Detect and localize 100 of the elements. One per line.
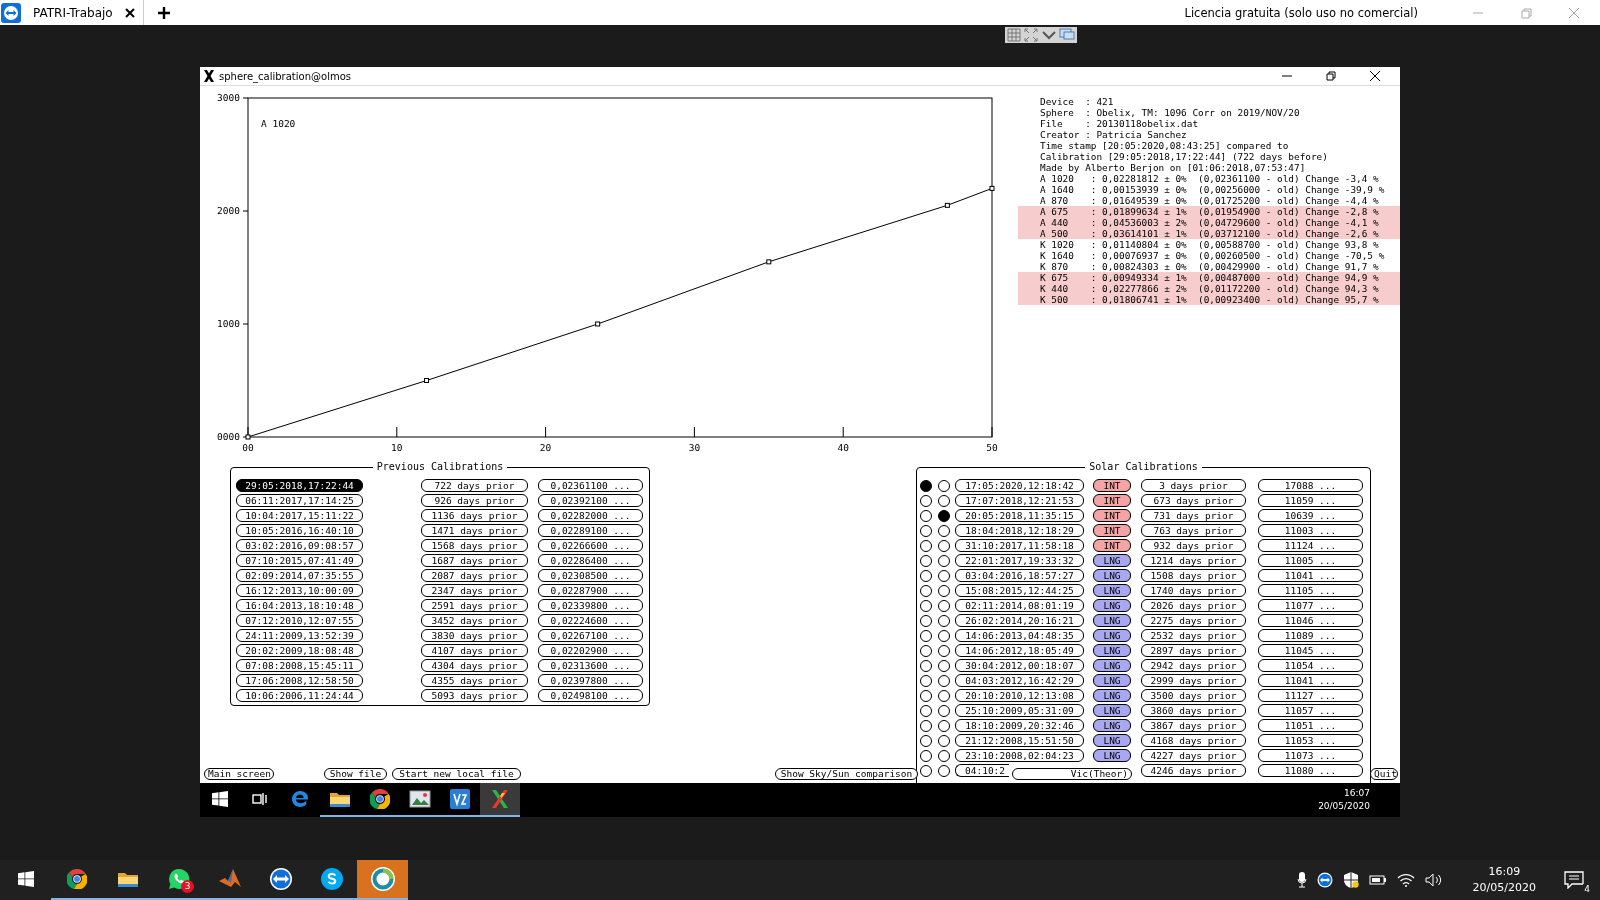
value-field[interactable]: 11124 ... — [1258, 539, 1363, 552]
wifi-icon[interactable] — [1396, 873, 1415, 887]
command-button[interactable]: Vic(Theor) — [1012, 768, 1132, 780]
radio-button[interactable] — [938, 569, 950, 582]
color-wheel-icon[interactable] — [370, 789, 390, 809]
value-field[interactable]: 17088 ... — [1258, 479, 1363, 492]
image-icon[interactable] — [409, 790, 431, 808]
radio-button[interactable] — [938, 614, 950, 627]
cross-icon[interactable] — [490, 789, 510, 809]
calibration-date-item[interactable]: 17:06:2008,12:58:50 — [236, 674, 363, 687]
calibration-date-item[interactable]: 29:05:2018,17:22:44 — [236, 479, 363, 492]
value-field[interactable]: 0,02202900 ... — [538, 644, 643, 657]
radio-button[interactable] — [938, 584, 950, 597]
radio-button[interactable] — [920, 689, 932, 702]
radio-button[interactable] — [938, 599, 950, 612]
calibration-date-item[interactable]: 15:08:2015,12:44:25 — [955, 584, 1084, 597]
calibration-date-item[interactable]: 10:05:2016,16:40:10 — [236, 524, 363, 537]
value-field[interactable]: 0,02308500 ... — [538, 569, 643, 582]
radio-button[interactable] — [920, 599, 932, 612]
ring-icon[interactable] — [369, 866, 396, 892]
value-field[interactable]: 0,02282000 ... — [538, 509, 643, 522]
command-button[interactable]: Show file — [324, 768, 387, 780]
calibration-date-item[interactable]: 18:04:2018,12:18:29 — [955, 524, 1084, 537]
value-field[interactable]: 11077 ... — [1258, 599, 1363, 612]
calibration-date-item[interactable]: 20:02:2009,18:08:48 — [236, 644, 363, 657]
close-icon[interactable] — [1370, 71, 1380, 81]
calibration-date-item[interactable]: 06:11:2017,17:14:25 — [236, 494, 363, 507]
calibration-date-item[interactable]: 23:10:2008,02:04:23 — [955, 749, 1084, 762]
value-field[interactable]: 0,02287900 ... — [538, 584, 643, 597]
calibration-date-item[interactable]: 07:12:2010,12:07:55 — [236, 614, 363, 627]
value-field[interactable]: 11041 ... — [1258, 569, 1363, 582]
value-field[interactable]: 11046 ... — [1258, 614, 1363, 627]
session-tab[interactable]: PATRI-Trabajo — [33, 0, 144, 25]
phone-bubble-icon[interactable] — [167, 868, 190, 890]
radio-button[interactable] — [938, 479, 950, 492]
calibration-date-item[interactable]: 22:01:2017,19:33:32 — [955, 554, 1084, 567]
calibration-date-item[interactable]: 07:10:2015,07:41:49 — [236, 554, 363, 567]
value-field[interactable]: 11073 ... — [1258, 749, 1363, 762]
radio-button[interactable] — [920, 704, 932, 717]
calibration-date-item[interactable]: 16:04:2013,18:10:48 — [236, 599, 363, 612]
calibration-date-item[interactable]: 03:02:2016,09:08:57 — [236, 539, 363, 552]
radio-button[interactable] — [938, 644, 950, 657]
radio-button[interactable] — [920, 749, 932, 762]
calibration-date-item[interactable]: 24:11:2009,13:52:39 — [236, 629, 363, 642]
folder-icon[interactable] — [330, 791, 350, 807]
radio-button[interactable] — [938, 509, 950, 522]
folder-icon[interactable] — [117, 871, 138, 887]
calibration-date-item[interactable]: 04:03:2012,16:42:29 — [955, 674, 1084, 687]
close-icon[interactable] — [124, 7, 135, 18]
arrows-circle-icon[interactable] — [268, 867, 293, 891]
value-field[interactable]: 0,02289100 ... — [538, 524, 643, 537]
start-menu-icon[interactable] — [17, 871, 34, 887]
value-field[interactable]: 11105 ... — [1258, 584, 1363, 597]
calibration-date-item[interactable]: 14:06:2013,04:48:35 — [955, 629, 1084, 642]
radio-button[interactable] — [920, 524, 932, 537]
calibration-date-item[interactable]: 14:06:2012,18:05:49 — [955, 644, 1084, 657]
value-field[interactable]: 11045 ... — [1258, 644, 1363, 657]
radio-button[interactable] — [920, 509, 932, 522]
peak-icon[interactable] — [217, 868, 242, 890]
value-field[interactable]: 0,02286400 ... — [538, 554, 643, 567]
calibration-date-item[interactable]: 30:04:2012,00:18:07 — [955, 659, 1084, 672]
chat-app-icon[interactable] — [319, 867, 344, 891]
value-field[interactable]: 0,02224600 ... — [538, 614, 643, 627]
radio-button[interactable] — [920, 584, 932, 597]
value-field[interactable]: 0,02267100 ... — [538, 629, 643, 642]
task-view-icon[interactable] — [252, 792, 268, 806]
radio-button[interactable] — [938, 704, 950, 717]
value-field[interactable]: 10639 ... — [1258, 509, 1363, 522]
radio-button[interactable] — [938, 689, 950, 702]
calibration-date-item[interactable]: 25:10:2009,05:31:09 — [955, 704, 1084, 717]
shield-icon[interactable] — [1342, 872, 1359, 888]
value-field[interactable]: 11127 ... — [1258, 689, 1363, 702]
radio-button[interactable] — [938, 659, 950, 672]
value-field[interactable]: 0,02498100 ... — [538, 689, 643, 702]
color-wheel-icon[interactable] — [66, 869, 87, 889]
calibration-date-item[interactable]: 18:10:2009,20:32:46 — [955, 719, 1084, 732]
battery-icon[interactable] — [1368, 874, 1387, 886]
chevron-down-icon[interactable] — [1041, 28, 1056, 42]
calibration-date-item[interactable]: 21:12:2008,15:51:50 — [955, 734, 1084, 747]
value-field[interactable]: 0,02266600 ... — [538, 539, 643, 552]
value-field[interactable]: 11057 ... — [1258, 704, 1363, 717]
command-button[interactable]: Start new local file — [392, 768, 521, 780]
value-field[interactable]: 11054 ... — [1258, 659, 1363, 672]
value-field[interactable]: 0,02397800 ... — [538, 674, 643, 687]
value-field[interactable]: 11041 ... — [1258, 674, 1363, 687]
radio-button[interactable] — [938, 734, 950, 747]
expand-icon[interactable] — [1024, 28, 1039, 42]
value-field[interactable]: 11089 ... — [1258, 629, 1363, 642]
arrows-circle-icon[interactable] — [1316, 872, 1333, 888]
value-field[interactable]: 0,02392100 ... — [538, 494, 643, 507]
calibration-date-item[interactable]: 17:05:2020,12:18:42 — [955, 479, 1084, 492]
radio-button[interactable] — [920, 629, 932, 642]
calibration-date-item[interactable]: 31:10:2017,11:58:18 — [955, 539, 1084, 552]
radio-button[interactable] — [920, 494, 932, 507]
microphone-icon[interactable] — [1296, 872, 1307, 888]
value-field[interactable]: 11059 ... — [1258, 494, 1363, 507]
calibration-date-item[interactable]: 02:11:2014,08:01:19 — [955, 599, 1084, 612]
command-button[interactable]: Main screen — [204, 768, 274, 780]
calibration-date-item[interactable]: 04:10:2 — [955, 764, 1009, 777]
radio-button[interactable] — [938, 524, 950, 537]
